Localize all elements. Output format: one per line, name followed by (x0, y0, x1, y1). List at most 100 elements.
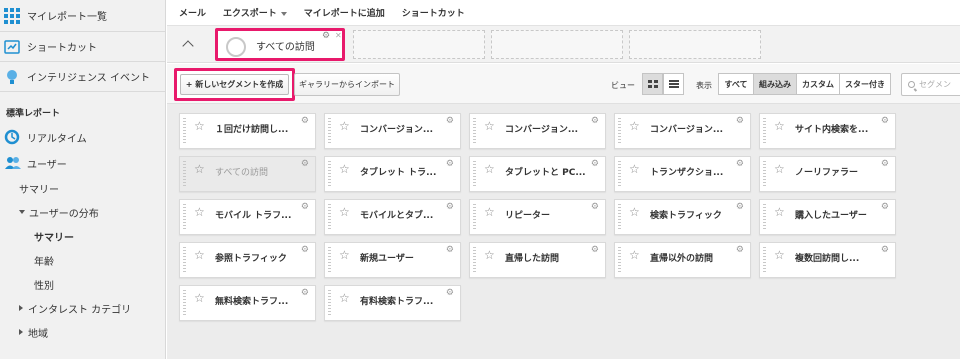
segment-card[interactable]: ☆ 新規ユーザー ⚙ (324, 242, 461, 278)
gear-icon[interactable]: ⚙ (301, 245, 309, 255)
segment-card[interactable]: ☆ 購入したユーザー ⚙ (759, 199, 896, 235)
gear-icon[interactable]: ⚙ (446, 202, 454, 212)
segment-card[interactable]: ☆ 無料検索トラフ... ⚙ (179, 285, 316, 321)
drag-handle-icon[interactable] (183, 118, 186, 144)
gear-icon[interactable]: ⚙ (301, 288, 309, 298)
mail-button[interactable]: メール (179, 6, 206, 19)
drag-handle-icon[interactable] (763, 118, 766, 144)
drag-handle-icon[interactable] (763, 161, 766, 187)
star-icon[interactable]: ☆ (629, 248, 640, 262)
segment-card[interactable]: ☆ モバイル トラフ... ⚙ (179, 199, 316, 235)
sidebar-item-gender[interactable]: 性別 (0, 272, 165, 296)
star-icon[interactable]: ☆ (339, 248, 350, 262)
drag-handle-icon[interactable] (473, 204, 476, 230)
star-icon[interactable]: ☆ (194, 248, 205, 262)
filter-starred[interactable]: スター付き (839, 73, 891, 95)
segment-slot[interactable] (491, 30, 623, 59)
gear-icon[interactable]: ⚙ (736, 159, 744, 169)
sidebar-item-age[interactable]: 年齢 (0, 248, 165, 272)
new-segment-button[interactable]: + 新しいセグメントを作成 (180, 74, 289, 95)
segment-card[interactable]: ☆ すべての訪問 ⚙ (179, 156, 316, 192)
star-icon[interactable]: ☆ (339, 291, 350, 305)
gear-icon[interactable]: ⚙ (446, 159, 454, 169)
drag-handle-icon[interactable] (473, 247, 476, 273)
segment-slot[interactable] (629, 30, 761, 59)
gear-icon[interactable]: ⚙ (736, 202, 744, 212)
drag-handle-icon[interactable] (183, 290, 186, 316)
gear-icon[interactable]: ⚙ (301, 116, 309, 126)
segment-card[interactable]: ☆ コンバージョン... ⚙ (469, 113, 606, 149)
drag-handle-icon[interactable] (618, 118, 621, 144)
drag-handle-icon[interactable] (763, 204, 766, 230)
export-button[interactable]: エクスポート (223, 6, 287, 19)
sidebar-item-users[interactable]: ユーザー (0, 150, 165, 176)
sidebar-item-region[interactable]: 地域 (0, 320, 165, 344)
drag-handle-icon[interactable] (328, 204, 331, 230)
sidebar-item-distribution[interactable]: ユーザーの分布 (0, 200, 165, 224)
drag-handle-icon[interactable] (618, 161, 621, 187)
star-icon[interactable]: ☆ (194, 119, 205, 133)
gear-icon[interactable]: ⚙ (446, 288, 454, 298)
sidebar-item-shortcut[interactable]: ショートカット (0, 32, 165, 62)
gear-icon[interactable]: ⚙ (736, 245, 744, 255)
filter-all[interactable]: すべて (718, 73, 754, 95)
segment-card[interactable]: ☆ コンバージョン... ⚙ (324, 113, 461, 149)
star-icon[interactable]: ☆ (629, 162, 640, 176)
drag-handle-icon[interactable] (328, 161, 331, 187)
gear-icon[interactable]: ⚙ (591, 202, 599, 212)
drag-handle-icon[interactable] (763, 247, 766, 273)
star-icon[interactable]: ☆ (194, 205, 205, 219)
segment-slot[interactable] (353, 30, 485, 59)
segment-card[interactable]: ☆ タブレット トラ... ⚙ (324, 156, 461, 192)
drag-handle-icon[interactable] (618, 204, 621, 230)
sidebar-item-summary[interactable]: サマリー (0, 176, 165, 200)
search-input[interactable]: セグメン (901, 73, 960, 96)
gear-icon[interactable]: ⚙ (736, 116, 744, 126)
gear-icon[interactable]: ⚙ (301, 159, 309, 169)
drag-handle-icon[interactable] (328, 290, 331, 316)
sidebar-item-dist-summary[interactable]: サマリー (0, 224, 165, 248)
drag-handle-icon[interactable] (183, 204, 186, 230)
gear-icon[interactable]: ⚙ (446, 116, 454, 126)
segment-card[interactable]: ☆ 複数回訪問し... ⚙ (759, 242, 896, 278)
star-icon[interactable]: ☆ (774, 119, 785, 133)
star-icon[interactable]: ☆ (774, 205, 785, 219)
filter-builtin[interactable]: 組み込み (753, 73, 797, 95)
segment-card[interactable]: ☆ トランザクショ... ⚙ (614, 156, 751, 192)
active-segment[interactable]: すべての訪問 ⚙ ✕ (215, 28, 345, 61)
drag-handle-icon[interactable] (473, 161, 476, 187)
drag-handle-icon[interactable] (473, 118, 476, 144)
gear-icon[interactable]: ⚙ (881, 116, 889, 126)
collapse-button[interactable] (180, 36, 198, 52)
star-icon[interactable]: ☆ (194, 162, 205, 176)
star-icon[interactable]: ☆ (484, 248, 495, 262)
segment-card[interactable]: ☆ モバイルとタブ... ⚙ (324, 199, 461, 235)
star-icon[interactable]: ☆ (774, 248, 785, 262)
star-icon[interactable]: ☆ (484, 119, 495, 133)
star-icon[interactable]: ☆ (774, 162, 785, 176)
shortcut-button[interactable]: ショートカット (402, 6, 465, 19)
drag-handle-icon[interactable] (618, 247, 621, 273)
sidebar-item-intelligence[interactable]: インテリジェンス イベント (0, 62, 165, 92)
gear-icon[interactable]: ⚙ (591, 159, 599, 169)
gear-icon[interactable]: ⚙ (446, 245, 454, 255)
star-icon[interactable]: ☆ (339, 119, 350, 133)
drag-handle-icon[interactable] (183, 161, 186, 187)
star-icon[interactable]: ☆ (484, 162, 495, 176)
list-view-button[interactable] (663, 73, 684, 95)
star-icon[interactable]: ☆ (484, 205, 495, 219)
sidebar-item-realtime[interactable]: リアルタイム (0, 124, 165, 150)
add-to-myreport-button[interactable]: マイレポートに追加 (304, 6, 385, 19)
gear-icon[interactable]: ⚙ (881, 159, 889, 169)
segment-card[interactable]: ☆ 検索トラフィック ⚙ (614, 199, 751, 235)
star-icon[interactable]: ☆ (339, 162, 350, 176)
segment-card[interactable]: ☆ サイト内検索を... ⚙ (759, 113, 896, 149)
filter-custom[interactable]: カスタム (796, 73, 840, 95)
segment-card[interactable]: ☆ １回だけ訪問し... ⚙ (179, 113, 316, 149)
gear-icon[interactable]: ⚙ (591, 245, 599, 255)
gear-icon[interactable]: ⚙ (322, 32, 331, 41)
drag-handle-icon[interactable] (328, 118, 331, 144)
segment-card[interactable]: ☆ 直帰した訪問 ⚙ (469, 242, 606, 278)
drag-handle-icon[interactable] (328, 247, 331, 273)
drag-handle-icon[interactable] (183, 247, 186, 273)
